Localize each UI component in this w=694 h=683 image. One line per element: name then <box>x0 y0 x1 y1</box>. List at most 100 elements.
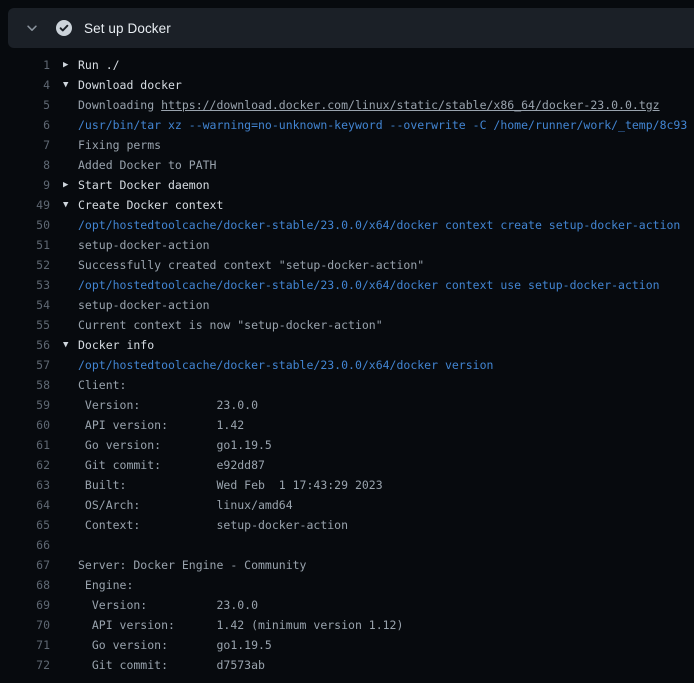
log-line: 63 Built: Wed Feb 1 17:43:29 2023 <box>0 475 694 495</box>
group-title: Create Docker context <box>78 195 223 215</box>
log-group-row[interactable]: 4 ▼Download docker <box>0 75 694 95</box>
line-number[interactable]: 54 <box>0 295 50 315</box>
log-line: 52 Successfully created context "setup-do… <box>0 255 694 275</box>
log-text: setup-docker-action <box>78 235 210 255</box>
log-text: API version: 1.42 <box>78 415 244 435</box>
log-text: Git commit: d7573ab <box>78 655 265 675</box>
line-number[interactable]: 60 <box>0 415 50 435</box>
line-number[interactable]: 7 <box>0 135 50 155</box>
gutter-spacer <box>63 455 78 475</box>
line-number[interactable]: 6 <box>0 115 50 135</box>
command-text: /opt/hostedtoolcache/docker-stable/23.0.… <box>78 275 660 295</box>
line-number[interactable]: 70 <box>0 615 50 635</box>
line-number[interactable]: 51 <box>0 235 50 255</box>
triangle-down-icon[interactable]: ▼ <box>63 195 78 215</box>
step-header[interactable]: Set up Docker <box>8 8 694 48</box>
log-line: 61 Go version: go1.19.5 <box>0 435 694 455</box>
command-text: /usr/bin/tar xz --warning=no-unknown-key… <box>78 115 687 135</box>
log-lines: 1▶Run ./4▼Download docker5Downloading ht… <box>0 48 694 675</box>
log-line: 50/opt/hostedtoolcache/docker-stable/23.… <box>0 215 694 235</box>
gutter-spacer <box>63 235 78 255</box>
log-line: 51 setup-docker-action <box>0 235 694 255</box>
gutter-spacer <box>63 315 78 335</box>
line-number[interactable]: 68 <box>0 575 50 595</box>
log-text: Engine: <box>78 575 133 595</box>
workflow-log-viewer: Set up Docker 1▶Run ./4▼Download docker5… <box>0 8 694 683</box>
log-group-row[interactable]: 1▶Run ./ <box>0 55 694 75</box>
gutter-spacer <box>63 135 78 155</box>
log-link[interactable]: https://download.docker.com/linux/static… <box>161 95 660 115</box>
group-title: Download docker <box>78 75 182 95</box>
chevron-down-icon[interactable] <box>24 20 40 36</box>
line-number[interactable]: 1 <box>0 55 50 75</box>
line-number[interactable]: 8 <box>0 155 50 175</box>
line-number[interactable]: 66 <box>0 535 50 555</box>
log-line: 70 API version: 1.42 (minimum version 1.… <box>0 615 694 635</box>
gutter-spacer <box>63 215 78 235</box>
log-line: 53/opt/hostedtoolcache/docker-stable/23.… <box>0 275 694 295</box>
line-number[interactable]: 69 <box>0 595 50 615</box>
step-title: Set up Docker <box>84 21 171 36</box>
gutter-spacer <box>63 595 78 615</box>
log-line: 5Downloading https://download.docker.com… <box>0 95 694 115</box>
log-text: OS/Arch: linux/amd64 <box>78 495 293 515</box>
log-line: 6/usr/bin/tar xz --warning=no-unknown-ke… <box>0 115 694 135</box>
log-group-row[interactable]: 49 ▼Create Docker context <box>0 195 694 215</box>
line-number[interactable]: 4 <box>0 75 50 95</box>
log-text: Go version: go1.19.5 <box>78 635 272 655</box>
log-text: Built: Wed Feb 1 17:43:29 2023 <box>78 475 383 495</box>
log-text: setup-docker-action <box>78 295 210 315</box>
log-line: 57/opt/hostedtoolcache/docker-stable/23.… <box>0 355 694 375</box>
line-number[interactable]: 57 <box>0 355 50 375</box>
line-number[interactable]: 71 <box>0 635 50 655</box>
line-number[interactable]: 55 <box>0 315 50 335</box>
gutter-spacer <box>63 155 78 175</box>
log-line: 64 OS/Arch: linux/amd64 <box>0 495 694 515</box>
line-number[interactable]: 52 <box>0 255 50 275</box>
log-line: 67 Server: Docker Engine - Community <box>0 555 694 575</box>
line-number[interactable]: 53 <box>0 275 50 295</box>
line-number[interactable]: 72 <box>0 655 50 675</box>
line-number[interactable]: 61 <box>0 435 50 455</box>
gutter-spacer <box>63 275 78 295</box>
log-text: Fixing perms <box>78 135 161 155</box>
log-text: Go version: go1.19.5 <box>78 435 272 455</box>
triangle-down-icon[interactable]: ▼ <box>63 75 78 95</box>
gutter-spacer <box>63 475 78 495</box>
line-number[interactable]: 63 <box>0 475 50 495</box>
log-line: 55Current context is now "setup-docker-a… <box>0 315 694 335</box>
triangle-right-icon[interactable]: ▶ <box>63 55 78 75</box>
line-number[interactable]: 64 <box>0 495 50 515</box>
gutter-spacer <box>63 255 78 275</box>
line-number[interactable]: 49 <box>0 195 50 215</box>
line-number[interactable]: 65 <box>0 515 50 535</box>
log-line: 66 <box>0 535 694 555</box>
log-line: 54 setup-docker-action <box>0 295 694 315</box>
line-number[interactable]: 56 <box>0 335 50 355</box>
line-number[interactable]: 58 <box>0 375 50 395</box>
log-group-row[interactable]: 56 ▼Docker info <box>0 335 694 355</box>
log-line: 71 Go version: go1.19.5 <box>0 635 694 655</box>
triangle-down-icon[interactable]: ▼ <box>63 335 78 355</box>
log-text: Server: Docker Engine - Community <box>78 555 306 575</box>
triangle-right-icon[interactable]: ▶ <box>63 175 78 195</box>
log-line: 68 Engine: <box>0 575 694 595</box>
line-number[interactable]: 62 <box>0 455 50 475</box>
line-number[interactable]: 9 <box>0 175 50 195</box>
log-text: Version: 23.0.0 <box>78 595 258 615</box>
gutter-spacer <box>63 115 78 135</box>
gutter-spacer <box>63 355 78 375</box>
gutter-spacer <box>63 415 78 435</box>
log-line: 58Client: <box>0 375 694 395</box>
log-group-row[interactable]: 9▶Start Docker daemon <box>0 175 694 195</box>
group-title: Docker info <box>78 335 154 355</box>
log-line: 59 Version: 23.0.0 <box>0 395 694 415</box>
line-number[interactable]: 67 <box>0 555 50 575</box>
gutter-spacer <box>63 295 78 315</box>
gutter-spacer <box>63 495 78 515</box>
line-number[interactable]: 50 <box>0 215 50 235</box>
line-number[interactable]: 5 <box>0 95 50 115</box>
line-number[interactable]: 59 <box>0 395 50 415</box>
gutter-spacer <box>63 395 78 415</box>
log-text: Successfully created context "setup-dock… <box>78 255 424 275</box>
